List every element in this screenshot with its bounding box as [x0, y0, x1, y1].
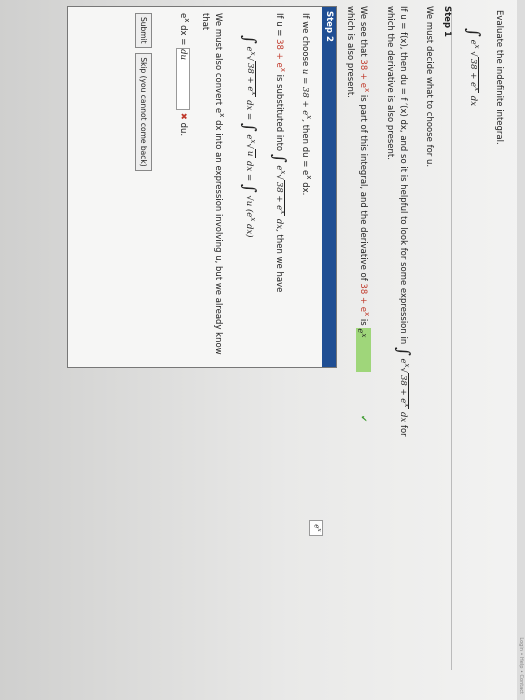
step1-highlight: 38 + ex: [358, 59, 373, 93]
radicand-exp: x: [473, 87, 482, 92]
step2-line4-b: dx =: [177, 25, 188, 46]
step2-line1-b: then du = e: [300, 124, 311, 176]
step1-highlight-text: 38 + e: [358, 59, 369, 88]
step2-equation: ∫ ex√38 + ex dx = ∫ ex√u dx = ∫ √u (ex d…: [239, 35, 260, 238]
step2-highlight-text: 38 + e: [274, 39, 285, 68]
submit-button[interactable]: Submit: [134, 13, 152, 48]
step2-line1: If we choose u = 38 + ex, then du = ex d…: [300, 13, 314, 196]
integral-sign-icon: ∫: [463, 28, 484, 37]
step1-line4-a: We see that: [358, 6, 369, 57]
step2-line1-c: dx.: [300, 182, 311, 196]
step2-line3-a: We must also convert e: [212, 13, 223, 114]
radicand-text: 38 + e: [468, 58, 479, 88]
step2-line2-c: then we have: [274, 234, 285, 293]
top-links[interactable]: Login • Help • Contact: [518, 637, 524, 694]
step1-line4: We see that 38 + ex is part of this inte…: [356, 6, 374, 666]
radicand: 38 + ex: [468, 56, 482, 94]
step2-line4-c: du.: [177, 122, 188, 137]
integral-sign-icon-3: ∫: [239, 183, 260, 193]
step1-line4-d: is: [358, 318, 369, 326]
step1-line2-b: for: [398, 424, 409, 437]
step1-line1: We must decide what to choose for u.: [424, 6, 434, 168]
integrand-exp: x: [473, 44, 482, 49]
step1-answer-exp: x: [360, 333, 370, 338]
integral-sign-icon: ∫: [239, 35, 260, 44]
step1-line3: which the derivative is also present.: [385, 6, 396, 160]
check-icon: ✔: [358, 415, 369, 423]
du-input[interactable]: du: [176, 48, 191, 111]
step2-line2-b: is substituted into: [274, 74, 285, 152]
photo-background: Login • Help • Contact Evaluate the inde…: [0, 0, 525, 700]
step2-inline-integral: ∫ ex√38 + ex dx,: [269, 153, 290, 232]
step2-eq-right: √u (e: [244, 195, 255, 218]
step1-section: Step 1 We must decide what to choose for…: [343, 6, 453, 666]
problem-block: Evaluate the indefinite integral. ∫ ex √…: [451, 10, 505, 670]
problem-prompt: Evaluate the indefinite integral.: [494, 10, 504, 145]
step2-highlight: 38 + ex: [274, 39, 289, 72]
step2-eq-tail: dx): [244, 224, 255, 238]
step2-title: Step 2: [322, 7, 336, 367]
web-page: Login • Help • Contact Evaluate the inde…: [0, 0, 525, 700]
step2-u-text: u = 38 + e: [300, 68, 311, 116]
step1-title: Step 1: [442, 6, 452, 37]
step2-section: Step 2 If we choose u = 38 + ex, then du…: [67, 6, 337, 368]
screen: Login • Help • Contact Evaluate the inde…: [0, 0, 525, 700]
integral-dx: dx: [468, 95, 479, 107]
step1-line5: which is also present.: [345, 6, 356, 98]
math-editor-icon[interactable]: ex: [309, 520, 323, 536]
skip-button[interactable]: Skip (you cannot come back): [134, 53, 152, 171]
step2-line2: If u = 38 + ex is substituted into ∫ ex√…: [269, 13, 290, 361]
cross-icon: ✖: [177, 112, 188, 120]
step2-u: u = 38 + ex,: [300, 68, 314, 122]
step1-highlight-2-text: 38 + e: [358, 283, 369, 312]
step1-line4-b: is part of this integral, and the deriva…: [358, 94, 369, 281]
integral-sign-icon-2: ∫: [239, 122, 260, 132]
step1-answer-box[interactable]: ex: [356, 328, 372, 373]
step1-line2-a: If u = f(x), then du = f ′(x) dx, and so…: [398, 6, 409, 345]
step1-line2: If u = f(x), then du = f ′(x) dx, and so…: [393, 6, 414, 666]
step2-line4: ex dx = du ✖ du.: [176, 13, 192, 137]
integral-sign-icon: ∫: [393, 346, 414, 356]
step1-highlight-2: 38 + ex: [358, 283, 373, 317]
problem-integral: ∫ ex √38 + ex dx: [463, 28, 484, 107]
top-bar: Login • Help • Contact: [517, 0, 525, 700]
step2-line3: We must also convert ex dx into an expre…: [199, 13, 227, 355]
step2-line2-a: If u =: [274, 13, 285, 37]
step1-inline-integral: ∫ ex√38 + ex dx: [393, 346, 414, 423]
step2-eq-mid: dx =: [244, 100, 255, 121]
step2-line1-a: If we choose: [300, 13, 311, 67]
